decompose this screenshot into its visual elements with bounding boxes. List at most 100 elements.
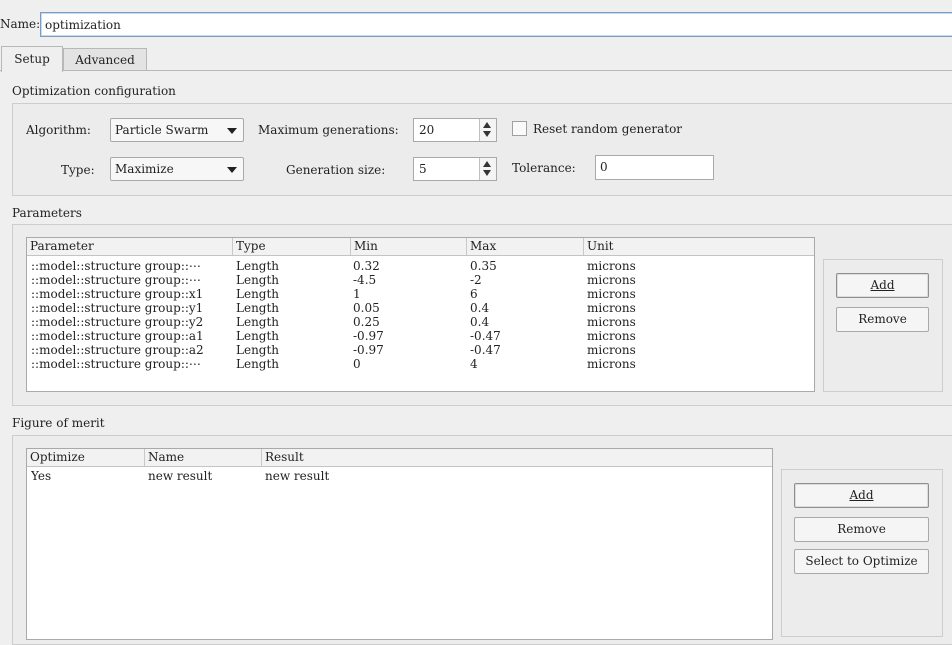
min-cell: 0.25 [353,315,380,329]
table-row[interactable]: ::model::structure group::⋯ Length 0.32 … [27,259,814,273]
max-cell: -0.47 [470,329,501,343]
name-cell: new result [148,469,213,483]
parameter-name-cell: ::model::structure group::⋯ [31,259,201,273]
parameter-name-cell: ::model::structure group::y1 [31,301,204,315]
max-generations-spinbox[interactable]: 20 [413,118,497,142]
parameter-name-cell: ::model::structure group::a2 [31,343,204,357]
spin-down-icon[interactable] [483,170,491,176]
table-row[interactable]: ::model::structure group::a1 Length -0.9… [27,329,814,343]
type-cell: Length [236,301,280,315]
reset-random-checkbox[interactable] [512,121,527,136]
parameters-remove-label: Remove [858,312,907,326]
max-cell: 4 [470,357,478,371]
column-header-min[interactable]: Min [351,238,467,255]
unit-cell: microns [587,273,636,287]
type-cell: Length [236,343,280,357]
spin-buttons[interactable] [479,119,496,141]
unit-cell: microns [587,343,636,357]
table-row[interactable]: Yes new result new result [27,469,772,483]
unit-cell: microns [587,357,636,371]
select-to-optimize-button[interactable]: Select to Optimize [794,549,929,574]
parameter-name-cell: ::model::structure group::⋯ [31,273,201,287]
generation-size-spinbox[interactable]: 5 [413,157,497,181]
parameter-name-cell: ::model::structure group::x1 [31,287,204,301]
tab-bar-border [0,70,952,71]
column-header-result[interactable]: Result [262,449,772,466]
parameters-table[interactable]: Parameter Type Min Max Unit ::model::str… [26,237,815,392]
tab-setup[interactable]: Setup [1,46,63,72]
figure-of-merit-add-label: Add [849,488,874,502]
type-label: Type: [61,163,95,177]
type-cell: Length [236,329,280,343]
min-cell: -4.5 [353,273,377,287]
parameters-remove-button[interactable]: Remove [836,307,929,332]
unit-cell: microns [587,287,636,301]
select-to-optimize-label: Select to Optimize [805,554,918,568]
type-cell: Length [236,259,280,273]
min-cell: 0.05 [353,301,380,315]
max-cell: 0.4 [470,301,490,315]
tab-advanced[interactable]: Advanced [63,48,147,70]
figure-of-merit-table-header: Optimize Name Result [27,449,772,467]
max-cell: -2 [470,273,482,287]
min-cell: 0 [353,357,361,371]
type-value: Maximize [115,162,174,176]
optimization-config-title: Optimization configuration [12,84,176,98]
parameters-add-label: Add [870,278,895,292]
spin-up-icon[interactable] [483,161,491,167]
min-cell: 0.32 [353,259,380,273]
generation-size-value: 5 [419,162,427,176]
parameter-name-cell: ::model::structure group::y2 [31,315,204,329]
table-row[interactable]: ::model::structure group::y1 Length 0.05… [27,301,814,315]
figure-of-merit-title: Figure of merit [12,416,105,430]
figure-of-merit-table[interactable]: Optimize Name Result Yes new result new … [26,448,773,640]
generation-size-label: Generation size: [286,163,386,177]
max-cell: 0.35 [470,259,497,273]
chevron-down-icon [227,128,237,134]
reset-random-label[interactable]: Reset random generator [533,122,682,136]
max-cell: 0.4 [470,315,490,329]
min-cell: 1 [353,287,361,301]
column-header-unit[interactable]: Unit [584,238,814,255]
type-cell: Length [236,287,280,301]
parameter-name-cell: ::model::structure group::a1 [31,329,204,343]
table-row[interactable]: ::model::structure group::a2 Length -0.9… [27,343,814,357]
column-header-parameter[interactable]: Parameter [27,238,233,255]
optimization-config-group [12,103,952,196]
min-cell: -0.97 [353,343,384,357]
table-row[interactable]: ::model::structure group::x1 Length 1 6 … [27,287,814,301]
table-row[interactable]: ::model::structure group::⋯ Length -4.5 … [27,273,814,287]
spin-buttons[interactable] [479,158,496,180]
parameter-name-cell: ::model::structure group::⋯ [31,357,201,371]
type-cell: Length [236,273,280,287]
parameters-add-button[interactable]: Add [836,273,929,298]
name-label: Name: [0,17,41,31]
unit-cell: microns [587,259,636,273]
max-cell: 6 [470,287,478,301]
type-select[interactable]: Maximize [110,157,244,181]
column-header-type[interactable]: Type [233,238,351,255]
chevron-down-icon [227,167,237,173]
type-cell: Length [236,315,280,329]
max-generations-value: 20 [419,123,435,137]
figure-of-merit-remove-label: Remove [837,522,886,536]
max-cell: -0.47 [470,343,501,357]
column-header-max[interactable]: Max [467,238,584,255]
optimize-cell: Yes [31,469,52,483]
max-generations-label: Maximum generations: [258,123,399,137]
parameters-table-header: Parameter Type Min Max Unit [27,238,814,256]
parameters-title: Parameters [12,206,82,220]
spin-down-icon[interactable] [483,131,491,137]
column-header-name[interactable]: Name [145,449,262,466]
column-header-optimize[interactable]: Optimize [27,449,145,466]
algorithm-label: Algorithm: [26,123,91,137]
table-row[interactable]: ::model::structure group::y2 Length 0.25… [27,315,814,329]
algorithm-select[interactable]: Particle Swarm [110,118,244,142]
tolerance-label: Tolerance: [512,161,576,175]
figure-of-merit-remove-button[interactable]: Remove [794,517,929,542]
figure-of-merit-add-button[interactable]: Add [794,483,929,508]
name-input[interactable] [40,12,952,37]
tolerance-input[interactable]: 0 [595,155,714,180]
spin-up-icon[interactable] [483,122,491,128]
table-row[interactable]: ::model::structure group::⋯ Length 0 4 m… [27,357,814,371]
